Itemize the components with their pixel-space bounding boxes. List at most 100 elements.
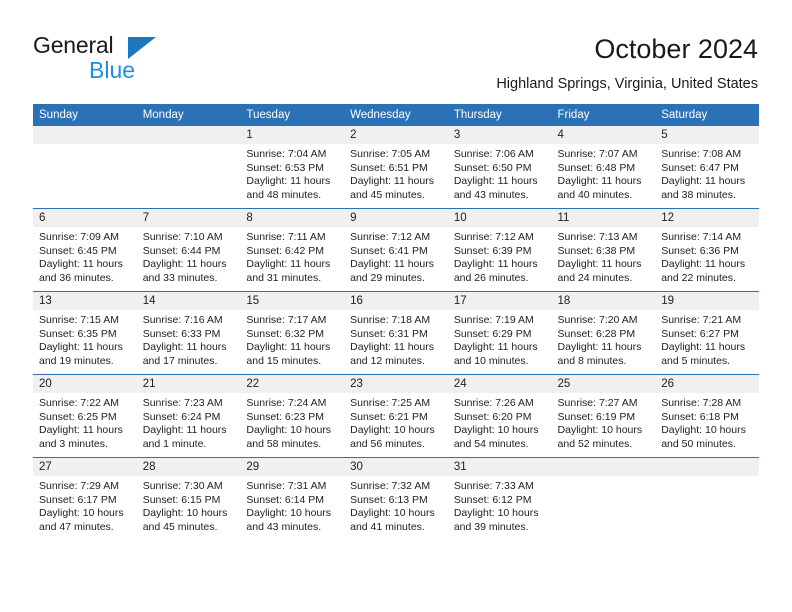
day-number: 26 <box>655 375 759 393</box>
daylight-text: Daylight: 11 hours and 3 minutes. <box>39 424 123 450</box>
calendar-cell-empty <box>33 126 137 209</box>
daylight-text: Daylight: 11 hours and 36 minutes. <box>39 258 123 284</box>
calendar-week-row: 20 Sunrise: 7:22 AM Sunset: 6:25 PM Dayligh… <box>33 374 759 458</box>
page-header: General Blue October 2024 Highland Sprin… <box>0 0 792 102</box>
generalblue-logo[interactable]: General Blue <box>33 32 263 83</box>
sunset-text: Sunset: 6:25 PM <box>39 410 117 423</box>
sunset-text: Sunset: 6:44 PM <box>142 244 221 257</box>
daylight-text: Daylight: 10 hours and 50 minutes. <box>661 424 746 450</box>
sunset-text: Sunset: 6:21 PM <box>350 410 428 423</box>
sunset-text: Sunset: 6:41 PM <box>350 244 428 257</box>
calendar-day-cell[interactable]: 15 Sunrise: 7:17 AM Sunset: 6:32 PM Dayligh… <box>240 291 345 375</box>
calendar-day-cell[interactable]: 14 Sunrise: 7:16 AM Sunset: 6:33 PM Dayligh… <box>136 291 241 375</box>
day-sun-info: Sunrise: 7:16 AM Sunset: 6:33 PM Daylight:… <box>137 310 241 368</box>
sunset-text: Sunset: 6:24 PM <box>142 410 221 423</box>
day-sun-info: Sunrise: 7:13 AM Sunset: 6:38 PM Daylight:… <box>552 227 656 285</box>
calendar-day-cell[interactable]: 29 Sunrise: 7:31 AM Sunset: 6:14 PM Dayligh… <box>240 457 345 540</box>
calendar-day-cell[interactable]: 20 Sunrise: 7:22 AM Sunset: 6:25 PM Dayligh… <box>33 374 137 458</box>
calendar-day-cell[interactable]: 28 Sunrise: 7:30 AM Sunset: 6:15 PM Dayligh… <box>136 457 241 540</box>
calendar-day-cell[interactable]: 19 Sunrise: 7:21 AM Sunset: 6:27 PM Dayligh… <box>655 291 759 375</box>
sunset-text: Sunset: 6:18 PM <box>661 410 739 423</box>
day-sun-info: Sunrise: 7:20 AM Sunset: 6:28 PM Daylight:… <box>552 310 656 368</box>
day-number: 13 <box>33 292 137 310</box>
daylight-text: Daylight: 10 hours and 39 minutes. <box>453 507 539 533</box>
calendar-day-cell[interactable]: 10 Sunrise: 7:12 AM Sunset: 6:39 PM Dayligh… <box>447 208 552 292</box>
daylight-text: Daylight: 10 hours and 43 minutes. <box>246 507 332 533</box>
calendar-day-cell[interactable]: 12 Sunrise: 7:14 AM Sunset: 6:36 PM Dayligh… <box>655 208 759 292</box>
calendar-day-cell[interactable]: 8 Sunrise: 7:11 AM Sunset: 6:42 PM Daylight… <box>240 208 345 292</box>
sunrise-text: Sunrise: 7:27 AM <box>557 397 638 409</box>
calendar-day-cell[interactable]: 22 Sunrise: 7:24 AM Sunset: 6:23 PM Dayligh… <box>240 374 345 458</box>
sunrise-text: Sunrise: 7:30 AM <box>142 480 223 492</box>
day-number: 29 <box>240 458 345 476</box>
logo-text-blue: Blue <box>89 57 136 83</box>
calendar-day-cell[interactable]: 13 Sunrise: 7:15 AM Sunset: 6:35 PM Dayligh… <box>33 291 137 375</box>
calendar-day-cell[interactable]: 1 Sunrise: 7:04 AM Sunset: 6:53 PM Daylight… <box>240 126 345 209</box>
weekday-header-sunday: Sunday <box>33 104 137 126</box>
triangle-icon <box>128 37 156 59</box>
calendar-day-cell[interactable]: 9 Sunrise: 7:12 AM Sunset: 6:41 PM Daylight… <box>344 208 448 292</box>
calendar-cell-empty <box>655 457 759 540</box>
location-subtitle: Highland Springs, Virginia, United State… <box>496 76 758 92</box>
sunset-text: Sunset: 6:31 PM <box>350 327 428 340</box>
daylight-text: Daylight: 11 hours and 38 minutes. <box>661 175 746 201</box>
sunrise-text: Sunrise: 7:13 AM <box>557 231 638 243</box>
sunrise-text: Sunrise: 7:18 AM <box>350 314 431 326</box>
weekday-header-wednesday: Wednesday <box>344 104 448 126</box>
calendar-cell-empty <box>136 126 241 209</box>
calendar-day-cell[interactable]: 7 Sunrise: 7:10 AM Sunset: 6:44 PM Daylight… <box>136 208 241 292</box>
sunset-text: Sunset: 6:29 PM <box>453 327 532 340</box>
sunset-text: Sunset: 6:20 PM <box>453 410 532 423</box>
weekday-header-thursday: Thursday <box>447 104 552 126</box>
sunrise-text: Sunrise: 7:17 AM <box>246 314 327 326</box>
calendar-day-cell[interactable]: 24 Sunrise: 7:26 AM Sunset: 6:20 PM Dayligh… <box>447 374 552 458</box>
day-sun-info: Sunrise: 7:07 AM Sunset: 6:48 PM Daylight:… <box>552 144 656 202</box>
sunset-text: Sunset: 6:14 PM <box>246 493 325 506</box>
calendar-day-cell[interactable]: 5 Sunrise: 7:08 AM Sunset: 6:47 PM Daylight… <box>655 126 759 209</box>
day-number: 10 <box>447 209 552 227</box>
sunrise-text: Sunrise: 7:33 AM <box>453 480 534 492</box>
calendar-day-cell[interactable]: 6 Sunrise: 7:09 AM Sunset: 6:45 PM Daylight… <box>33 208 137 292</box>
sunrise-text: Sunrise: 7:08 AM <box>661 148 742 160</box>
day-sun-info: Sunrise: 7:12 AM Sunset: 6:41 PM Daylight:… <box>344 227 448 285</box>
calendar-day-cell[interactable]: 18 Sunrise: 7:20 AM Sunset: 6:28 PM Dayligh… <box>551 291 656 375</box>
day-sun-info: Sunrise: 7:32 AM Sunset: 6:13 PM Daylight:… <box>344 476 448 534</box>
day-number: 31 <box>447 458 552 476</box>
calendar-day-cell[interactable]: 31 Sunrise: 7:33 AM Sunset: 6:12 PM Dayligh… <box>447 457 552 540</box>
calendar-page: General Blue October 2024 Highland Sprin… <box>0 0 792 612</box>
day-number: 24 <box>447 375 552 393</box>
sunset-text: Sunset: 6:39 PM <box>453 244 532 257</box>
calendar-day-cell[interactable]: 25 Sunrise: 7:27 AM Sunset: 6:19 PM Dayligh… <box>551 374 656 458</box>
sunrise-text: Sunrise: 7:28 AM <box>661 397 742 409</box>
day-sun-info: Sunrise: 7:24 AM Sunset: 6:23 PM Daylight:… <box>240 393 344 451</box>
sunset-text: Sunset: 6:19 PM <box>557 410 636 423</box>
day-number: 1 <box>240 126 345 144</box>
day-number: 23 <box>344 375 448 393</box>
calendar-day-cell[interactable]: 23 Sunrise: 7:25 AM Sunset: 6:21 PM Dayligh… <box>344 374 448 458</box>
day-sun-info: Sunrise: 7:33 AM Sunset: 6:12 PM Daylight:… <box>448 476 552 534</box>
day-sun-info: Sunrise: 7:05 AM Sunset: 6:51 PM Daylight:… <box>344 144 448 202</box>
calendar-day-cell[interactable]: 27 Sunrise: 7:29 AM Sunset: 6:17 PM Dayligh… <box>33 457 137 540</box>
day-sun-info: Sunrise: 7:19 AM Sunset: 6:29 PM Daylight:… <box>448 310 552 368</box>
calendar-day-cell[interactable]: 4 Sunrise: 7:07 AM Sunset: 6:48 PM Daylight… <box>551 126 656 209</box>
daylight-text: Daylight: 11 hours and 1 minute. <box>142 424 227 450</box>
calendar-day-cell[interactable]: 21 Sunrise: 7:23 AM Sunset: 6:24 PM Dayligh… <box>136 374 241 458</box>
day-number: 11 <box>551 209 656 227</box>
day-number: 30 <box>344 458 448 476</box>
calendar-week-row: 13 Sunrise: 7:15 AM Sunset: 6:35 PM Dayligh… <box>33 291 759 375</box>
calendar-day-cell[interactable]: 26 Sunrise: 7:28 AM Sunset: 6:18 PM Dayligh… <box>655 374 759 458</box>
sunset-text: Sunset: 6:36 PM <box>661 244 739 257</box>
calendar-day-cell[interactable]: 30 Sunrise: 7:32 AM Sunset: 6:13 PM Dayligh… <box>344 457 448 540</box>
sunrise-text: Sunrise: 7:21 AM <box>661 314 742 326</box>
day-number <box>655 458 759 476</box>
calendar-day-cell[interactable]: 17 Sunrise: 7:19 AM Sunset: 6:29 PM Dayligh… <box>447 291 552 375</box>
day-number <box>551 458 656 476</box>
day-number: 14 <box>136 292 241 310</box>
calendar-day-cell[interactable]: 2 Sunrise: 7:05 AM Sunset: 6:51 PM Daylight… <box>344 126 448 209</box>
calendar-day-cell[interactable]: 16 Sunrise: 7:18 AM Sunset: 6:31 PM Dayligh… <box>344 291 448 375</box>
calendar-day-cell[interactable]: 3 Sunrise: 7:06 AM Sunset: 6:50 PM Daylight… <box>447 126 552 209</box>
sunset-text: Sunset: 6:15 PM <box>142 493 221 506</box>
calendar-day-cell[interactable]: 11 Sunrise: 7:13 AM Sunset: 6:38 PM Dayligh… <box>551 208 656 292</box>
daylight-text: Daylight: 10 hours and 45 minutes. <box>142 507 228 533</box>
sunrise-text: Sunrise: 7:12 AM <box>350 231 431 243</box>
